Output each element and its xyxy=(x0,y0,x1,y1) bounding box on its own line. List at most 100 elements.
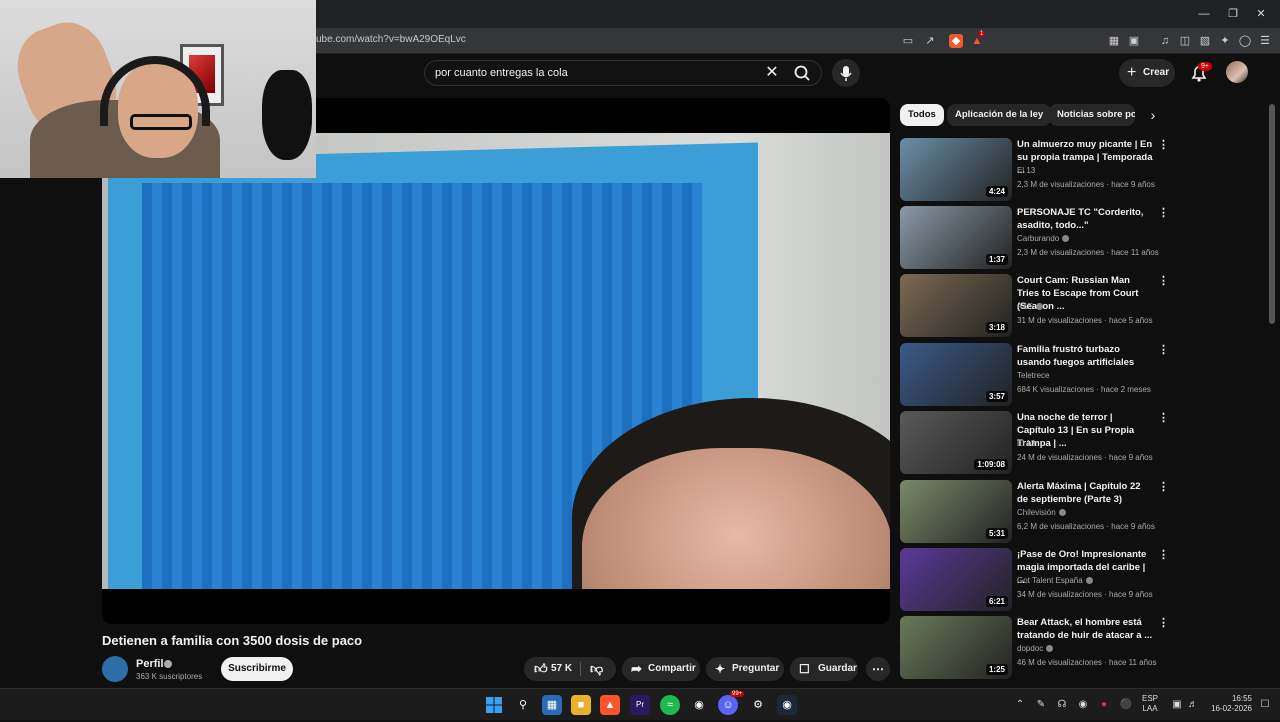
save-label: Guardar xyxy=(818,663,857,674)
recommendation-channel[interactable]: Chilevisión xyxy=(1017,508,1066,517)
discord-icon[interactable]: ☺ xyxy=(718,695,738,715)
url-field[interactable]: ube.com/watch?v=bwA29OEqLvc xyxy=(316,34,466,45)
chevron-up-icon[interactable]: ⌃ xyxy=(1013,698,1027,712)
search-input[interactable]: por cuanto entregas la cola ✕ xyxy=(424,60,822,86)
network-icon[interactable]: ▣ xyxy=(1170,698,1184,712)
spotify-icon[interactable]: ≈ xyxy=(660,695,680,715)
more-options-icon[interactable]: ⋮ xyxy=(1158,138,1169,151)
cast-icon[interactable]: ▭ xyxy=(901,34,915,48)
recommendation-thumbnail[interactable]: 5:31 xyxy=(900,480,1012,543)
recommendation-item[interactable]: 1:25 Bear Attack, el hombre está tratando… xyxy=(900,616,1200,680)
recommendation-title[interactable]: Alerta Máxima | Capítulo 22 de septiembr… xyxy=(1017,480,1153,506)
search-icon[interactable]: ⚲ xyxy=(513,695,533,715)
recommendation-channel[interactable]: Carburando xyxy=(1017,234,1070,243)
more-actions-button[interactable]: ⋯ xyxy=(866,657,890,681)
more-options-icon[interactable]: ⋮ xyxy=(1158,411,1169,424)
recommendation-meta: 24 M de visualizaciones · hace 9 años xyxy=(1017,453,1153,462)
thumbs-down-icon[interactable]: 👎︎ xyxy=(590,657,603,681)
recommendation-item[interactable]: 3:57 Familia frustró turbazo usando fuego… xyxy=(900,343,1200,407)
screenshot-icon[interactable]: ▣ xyxy=(1127,34,1141,48)
recommendation-item[interactable]: 1:37 PERSONAJE TC "Corderito, asadito, to… xyxy=(900,206,1200,270)
channel-avatar[interactable] xyxy=(102,656,128,682)
premiere-icon[interactable]: Pr xyxy=(630,695,650,715)
settings-icon[interactable]: ⚙ xyxy=(748,695,768,715)
brave-icon[interactable]: ▲ xyxy=(600,695,620,715)
menu-icon[interactable]: ☰ xyxy=(1258,34,1272,48)
recommendation-channel[interactable]: dopdoc xyxy=(1017,644,1054,653)
chevron-right-icon[interactable]: › xyxy=(1144,104,1162,126)
scrollbar-thumb[interactable] xyxy=(1269,104,1275,324)
chip-law-enforcement[interactable]: Aplicación de la ley xyxy=(947,104,1052,126)
recommendation-thumbnail[interactable]: 4:24 xyxy=(900,138,1012,201)
clear-search-icon[interactable]: ✕ xyxy=(763,64,781,82)
more-options-icon[interactable]: ⋮ xyxy=(1158,343,1169,356)
recommendation-channel[interactable]: Got Talent España xyxy=(1017,576,1093,585)
notification-center-icon[interactable]: ☐ xyxy=(1258,698,1272,712)
save-button[interactable]: ☐ Guardar xyxy=(790,657,858,681)
recommendation-channel[interactable]: A&E xyxy=(1017,302,1044,311)
recommendation-channel[interactable]: El 13 xyxy=(1017,439,1035,448)
chip-all[interactable]: Todos xyxy=(900,104,944,126)
recommendation-item[interactable]: 1:09:08 Una noche de terror | Capítulo 13… xyxy=(900,411,1200,475)
share-page-icon[interactable]: ↗ xyxy=(923,34,937,48)
video-title: Detienen a familia con 3500 dosis de pac… xyxy=(102,633,363,648)
recommendation-item[interactable]: 3:18 Court Cam: Russian Man Tries to Esca… xyxy=(900,274,1200,338)
leo-icon[interactable]: ✦ xyxy=(1218,34,1232,48)
share-button[interactable]: ➦ Compartir xyxy=(622,657,700,681)
sidebar-icon[interactable]: ◫ xyxy=(1178,34,1192,48)
language-indicator[interactable]: ESP LAA xyxy=(1142,694,1158,714)
headset-icon[interactable]: ☊ xyxy=(1055,698,1069,712)
restore-icon[interactable]: ❐ xyxy=(1224,6,1242,22)
microphone-icon[interactable]: ⚫ xyxy=(1119,698,1133,712)
clock[interactable]: 16:55 16-02-2026 xyxy=(1204,694,1252,714)
recommendation-title[interactable]: Familia frustró turbazo usando fuegos ar… xyxy=(1017,343,1153,369)
more-options-icon[interactable]: ⋮ xyxy=(1158,206,1169,219)
thumbs-up-icon[interactable]: 👍︎ xyxy=(534,657,548,681)
wallet-icon[interactable]: ▧ xyxy=(1198,34,1212,48)
more-options-icon[interactable]: ⋮ xyxy=(1158,274,1169,287)
vpn-icon[interactable]: ◯ xyxy=(1238,34,1252,48)
subscribe-button[interactable]: Suscribirme xyxy=(221,657,293,681)
recommendation-channel[interactable]: El 13 xyxy=(1017,166,1035,175)
recommendation-thumbnail[interactable]: 3:18 xyxy=(900,274,1012,337)
steam-icon[interactable]: ◉ xyxy=(777,695,797,715)
minimize-icon[interactable]: — xyxy=(1195,6,1213,22)
recommendation-thumbnail[interactable]: 3:57 xyxy=(900,343,1012,406)
recommendation-thumbnail[interactable]: 1:09:08 xyxy=(900,411,1012,474)
recommendation-item[interactable]: 5:31 Alerta Máxima | Capítulo 22 de septi… xyxy=(900,480,1200,544)
record-icon[interactable]: ● xyxy=(1097,698,1111,712)
media-icon[interactable]: ♫ xyxy=(1158,34,1172,48)
volume-icon[interactable]: ♬ xyxy=(1186,698,1200,712)
steam-tray-icon[interactable]: ◉ xyxy=(1076,698,1090,712)
recommendation-channel[interactable]: Teletrece xyxy=(1017,371,1049,380)
channel-name[interactable]: Perfil xyxy=(136,658,164,670)
more-options-icon[interactable]: ⋮ xyxy=(1158,548,1169,561)
ask-button[interactable]: ✦ Preguntar xyxy=(706,657,784,681)
close-window-icon[interactable]: ✕ xyxy=(1252,6,1270,22)
recommendation-thumbnail[interactable]: 6:21 xyxy=(900,548,1012,611)
recommendation-thumbnail[interactable]: 1:37 xyxy=(900,206,1012,269)
extensions-icon[interactable]: ▦ xyxy=(1107,34,1121,48)
recommendation-title[interactable]: Bear Attack, el hombre está tratando de … xyxy=(1017,616,1153,642)
recommendation-thumbnail[interactable]: 1:25 xyxy=(900,616,1012,679)
scrollbar[interactable] xyxy=(1268,94,1276,684)
recommendation-title[interactable]: Una noche de terror | Capítulo 13 | En s… xyxy=(1017,411,1153,450)
recommendation-title[interactable]: PERSONAJE TC "Corderito, asadito, todo..… xyxy=(1017,206,1153,232)
photos-icon[interactable]: ▦ xyxy=(542,695,562,715)
pen-icon[interactable]: ✎ xyxy=(1034,698,1048,712)
chip-news[interactable]: Noticias sobre po xyxy=(1049,104,1135,126)
search-button[interactable] xyxy=(782,60,822,86)
obs-icon[interactable]: ◉ xyxy=(689,695,709,715)
recommendation-item[interactable]: 6:21 ¡Pase de Oro! Impresionante magia im… xyxy=(900,548,1200,612)
brave-shields-icon[interactable]: ◆ xyxy=(949,34,963,48)
like-count[interactable]: 57 K xyxy=(551,657,572,681)
more-options-icon[interactable]: ⋮ xyxy=(1158,616,1169,629)
recommendation-title[interactable]: Un almuerzo muy picante | En su propia t… xyxy=(1017,138,1153,177)
windows-start-icon[interactable] xyxy=(484,695,504,715)
file-explorer-icon[interactable]: ■ xyxy=(571,695,591,715)
voice-search-button[interactable] xyxy=(832,59,860,87)
recommendation-item[interactable]: 4:24 Un almuerzo muy picante | En su prop… xyxy=(900,138,1200,202)
account-avatar[interactable] xyxy=(1226,61,1248,83)
create-button[interactable]: + Crear xyxy=(1119,59,1175,87)
more-options-icon[interactable]: ⋮ xyxy=(1158,480,1169,493)
